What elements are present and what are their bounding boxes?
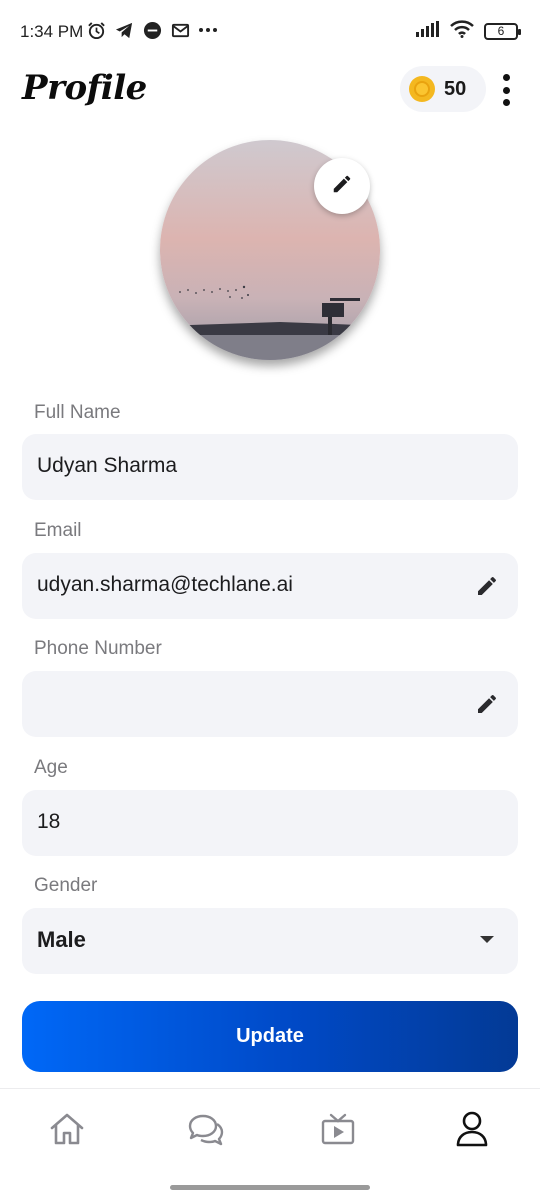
email-value: udyan.sharma@techlane.ai — [37, 573, 293, 596]
coin-count: 50 — [444, 77, 467, 100]
notification-icons — [86, 20, 218, 40]
chat-icon — [186, 1112, 226, 1151]
battery-icon: 6 — [484, 23, 521, 40]
tv-icon — [320, 1112, 356, 1151]
age-label: Age — [34, 757, 68, 778]
gender-select[interactable]: Male — [22, 908, 518, 974]
status-bar: 1:34 PM 6 — [0, 0, 540, 64]
nav-home[interactable] — [47, 1111, 87, 1151]
bottom-nav — [0, 1088, 540, 1200]
gender-value: Male — [37, 927, 86, 952]
wifi-icon — [450, 20, 474, 43]
page-title: Profile — [22, 68, 147, 108]
uber-icon — [142, 20, 162, 40]
profile-icon — [455, 1110, 489, 1153]
home-indicator — [170, 1185, 370, 1190]
coin-balance[interactable]: 50 — [400, 66, 486, 112]
phone-label: Phone Number — [34, 638, 162, 659]
age-field[interactable]: 18 — [22, 790, 518, 856]
telegram-icon — [114, 20, 134, 40]
full-name-label: Full Name — [34, 402, 121, 423]
full-name-value: Udyan Sharma — [37, 454, 178, 477]
phone-field[interactable] — [22, 671, 518, 737]
mail-icon — [170, 20, 190, 40]
pencil-icon — [331, 173, 353, 200]
more-vertical-icon[interactable] — [496, 74, 516, 106]
full-name-field[interactable]: Udyan Sharma — [22, 434, 518, 500]
coin-icon — [409, 76, 435, 102]
chevron-down-icon — [480, 936, 494, 943]
home-icon — [49, 1112, 85, 1151]
phone-edit-icon[interactable] — [474, 691, 500, 717]
gender-label: Gender — [34, 875, 98, 896]
avatar-edit-button[interactable] — [314, 158, 370, 214]
nav-tv[interactable] — [318, 1111, 358, 1151]
signal-icon — [416, 21, 440, 42]
nav-chat[interactable] — [186, 1111, 226, 1151]
alarm-icon — [86, 20, 106, 40]
nav-profile[interactable] — [452, 1111, 492, 1151]
app-header: Profile 50 — [0, 62, 540, 122]
update-button[interactable]: Update — [22, 1001, 518, 1072]
email-edit-icon[interactable] — [474, 573, 500, 599]
system-icons: 6 — [416, 20, 521, 43]
more-notifications-icon — [198, 20, 218, 40]
email-label: Email — [34, 520, 82, 541]
email-field[interactable]: udyan.sharma@techlane.ai — [22, 553, 518, 619]
status-time: 1:34 PM — [20, 22, 84, 41]
avatar-container — [160, 140, 380, 360]
age-value: 18 — [37, 810, 61, 833]
battery-level: 6 — [497, 24, 505, 38]
